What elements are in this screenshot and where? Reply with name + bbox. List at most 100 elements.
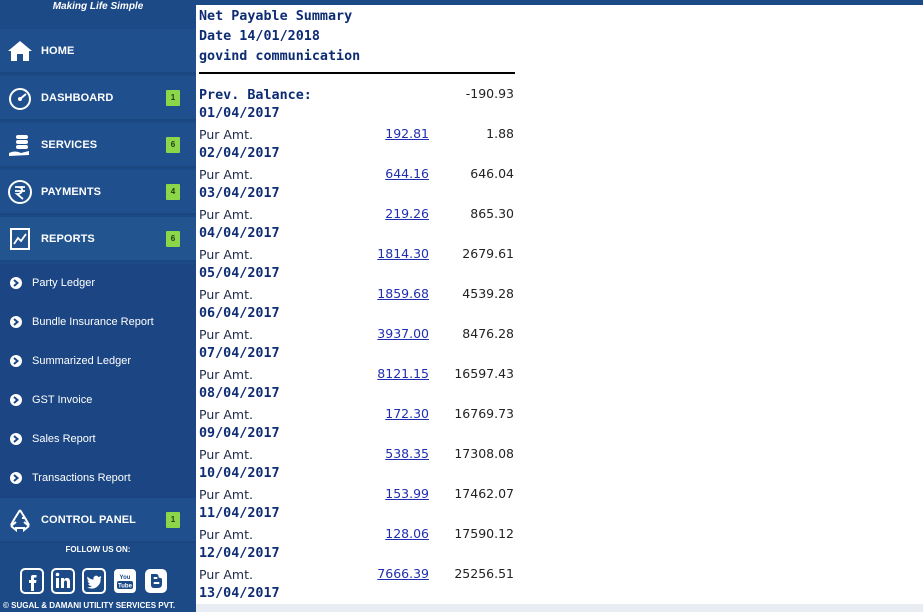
arrow-circle-icon	[10, 394, 22, 406]
entry-date: 12/04/2017	[199, 546, 280, 561]
nav-label: HOME	[41, 44, 75, 57]
subnav-transactions-report[interactable]: Transactions Report	[0, 459, 196, 498]
svg-text:You: You	[120, 575, 131, 581]
nav-label: SERVICES	[41, 138, 98, 151]
entry-date: 01/04/2017	[199, 106, 280, 121]
purchase-amount-link[interactable]: 1814.30	[377, 244, 429, 264]
purchase-row: Pur Amt. 7666.39 25256.51	[199, 564, 529, 584]
purchase-amount-link[interactable]: 172.30	[385, 404, 429, 424]
subnav-summarized-ledger[interactable]: Summarized Ledger	[0, 342, 196, 381]
purchase-amount-link[interactable]: 644.16	[385, 164, 429, 184]
nav-payments[interactable]: PAYMENTS 4	[0, 170, 196, 215]
pur-amt-label: Pur Amt.	[199, 247, 253, 262]
entry-date: 07/04/2017	[199, 346, 280, 361]
subnav-label: Transactions Report	[32, 472, 131, 484]
arrow-circle-icon	[10, 472, 22, 484]
nav-reports[interactable]: REPORTS 6	[0, 217, 196, 262]
purchase-amount-link[interactable]: 8121.15	[377, 364, 429, 384]
count-badge: 4	[166, 183, 180, 200]
nav-control-panel[interactable]: CONTROL PANEL 1	[0, 498, 196, 543]
linkedin-icon[interactable]	[51, 568, 75, 594]
entry-date: 05/04/2017	[199, 266, 280, 281]
purchase-row: Pur Amt. 1814.30 2679.61	[199, 244, 529, 264]
entry-date: 08/04/2017	[199, 386, 280, 401]
running-balance: 17590.12	[454, 526, 514, 541]
count-badge: 6	[166, 136, 180, 153]
subnav-bundle-insurance-report[interactable]: Bundle Insurance Report	[0, 303, 196, 342]
page-title: Net Payable Summary	[199, 9, 353, 24]
purchase-amount-link[interactable]: 219.26	[385, 204, 429, 224]
count-badge: 1	[166, 511, 180, 528]
nav-services[interactable]: SERVICES 6	[0, 123, 196, 168]
entry-date: 13/04/2017	[199, 586, 280, 601]
report-date: Date 14/01/2018	[199, 29, 320, 44]
pur-amt-label: Pur Amt.	[199, 287, 253, 302]
purchase-row: Pur Amt. 219.26 865.30	[199, 204, 529, 224]
bottom-bar	[196, 604, 923, 612]
pur-amt-label: Pur Amt.	[199, 527, 253, 542]
pur-amt-label: Pur Amt.	[199, 407, 253, 422]
nav-label: CONTROL PANEL	[41, 513, 137, 526]
copyright-text: © SUGAL & DAMANI UTILITY SERVICES PVT.	[3, 601, 176, 610]
purchase-amount-link[interactable]: 538.35	[385, 444, 429, 464]
purchase-row: Pur Amt. 644.16 646.04	[199, 164, 529, 184]
running-balance: 1.88	[486, 126, 514, 141]
entry-date: 03/04/2017	[199, 186, 280, 201]
social-links: You Tube	[20, 568, 168, 594]
running-balance: 4539.28	[462, 286, 514, 301]
home-icon	[6, 37, 34, 65]
running-balance: 865.30	[470, 206, 514, 221]
running-balance: 16597.43	[454, 366, 514, 381]
pur-amt-label: Pur Amt.	[199, 367, 253, 382]
running-balance: 8476.28	[462, 326, 514, 341]
purchase-amount-link[interactable]: 7666.39	[377, 564, 429, 584]
purchase-row: Pur Amt. 1859.68 4539.28	[199, 284, 529, 304]
purchase-row: Pur Amt. 3937.00 8476.28	[199, 324, 529, 344]
subnav-label: Summarized Ledger	[32, 355, 132, 367]
subnav-party-ledger[interactable]: Party Ledger	[0, 264, 196, 303]
nav-label: REPORTS	[41, 232, 95, 245]
sidebar: Making Life Simple HOME DASHBOARD 1 SERV…	[0, 0, 196, 612]
pur-amt-label: Pur Amt.	[199, 327, 253, 342]
purchase-amount-link[interactable]: 1859.68	[377, 284, 429, 304]
prev-balance-row: Prev. Balance: -190.93	[199, 84, 529, 104]
running-balance: 17308.08	[454, 446, 514, 461]
count-badge: 1	[166, 89, 180, 106]
purchase-row: Pur Amt. 8121.15 16597.43	[199, 364, 529, 384]
purchase-amount-link[interactable]: 153.99	[385, 484, 429, 504]
follow-us-label: FOLLOW US ON:	[65, 545, 131, 554]
tagline: Making Life Simple	[52, 1, 144, 12]
arrow-circle-icon	[10, 316, 22, 328]
running-balance: 646.04	[470, 166, 514, 181]
purchase-amount-link[interactable]: 192.81	[385, 124, 429, 144]
purchase-row: Pur Amt. 172.30 16769.73	[199, 404, 529, 424]
pur-amt-label: Pur Amt.	[199, 207, 253, 222]
subnav-sales-report[interactable]: Sales Report	[0, 420, 196, 459]
subnav-label: GST Invoice	[32, 394, 93, 406]
blogger-icon[interactable]	[144, 568, 168, 594]
coins-hand-icon	[6, 131, 34, 159]
entry-date: 09/04/2017	[199, 426, 280, 441]
rupee-icon	[6, 178, 34, 206]
entry-date: 06/04/2017	[199, 306, 280, 321]
recycle-icon	[6, 506, 34, 534]
entry-date: 02/04/2017	[199, 146, 280, 161]
arrow-circle-icon	[10, 277, 22, 289]
running-balance: 25256.51	[454, 566, 514, 581]
report-chart-icon	[6, 225, 34, 253]
subnav-gst-invoice[interactable]: GST Invoice	[0, 381, 196, 420]
facebook-icon[interactable]	[20, 568, 44, 594]
twitter-icon[interactable]	[82, 568, 106, 594]
subnav-label: Sales Report	[32, 433, 96, 445]
nav-dashboard[interactable]: DASHBOARD 1	[0, 76, 196, 121]
purchase-amount-link[interactable]: 128.06	[385, 524, 429, 544]
pur-amt-label: Pur Amt.	[199, 167, 253, 182]
entry-date: 04/04/2017	[199, 226, 280, 241]
pur-amt-label: Pur Amt.	[199, 447, 253, 462]
nav-home[interactable]: HOME	[0, 29, 196, 74]
purchase-row: Pur Amt. 538.35 17308.08	[199, 444, 529, 464]
youtube-icon[interactable]: You Tube	[113, 568, 137, 594]
subnav-label: Bundle Insurance Report	[32, 316, 154, 328]
svg-text:Tube: Tube	[118, 584, 133, 590]
purchase-amount-link[interactable]: 3937.00	[377, 324, 429, 344]
